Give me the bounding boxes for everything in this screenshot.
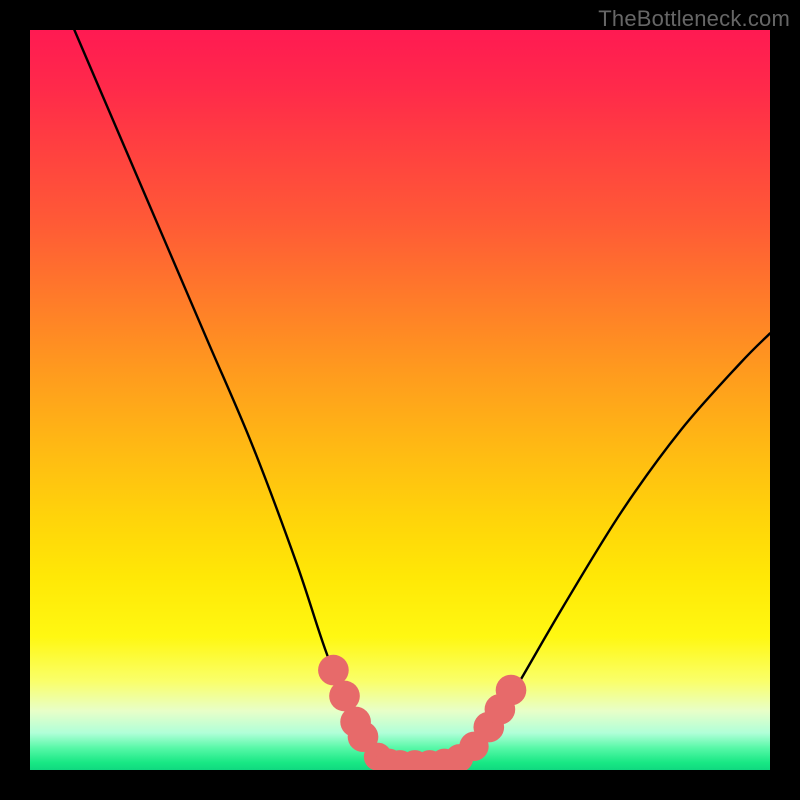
chart-frame: TheBottleneck.com [0, 0, 800, 800]
gradient-plot-area [30, 30, 770, 770]
curve-marker [496, 675, 527, 706]
curve-svg [30, 30, 770, 770]
bottleneck-curve-line [74, 30, 770, 765]
watermark-text: TheBottleneck.com [598, 6, 790, 32]
curve-marker-group [318, 655, 526, 770]
